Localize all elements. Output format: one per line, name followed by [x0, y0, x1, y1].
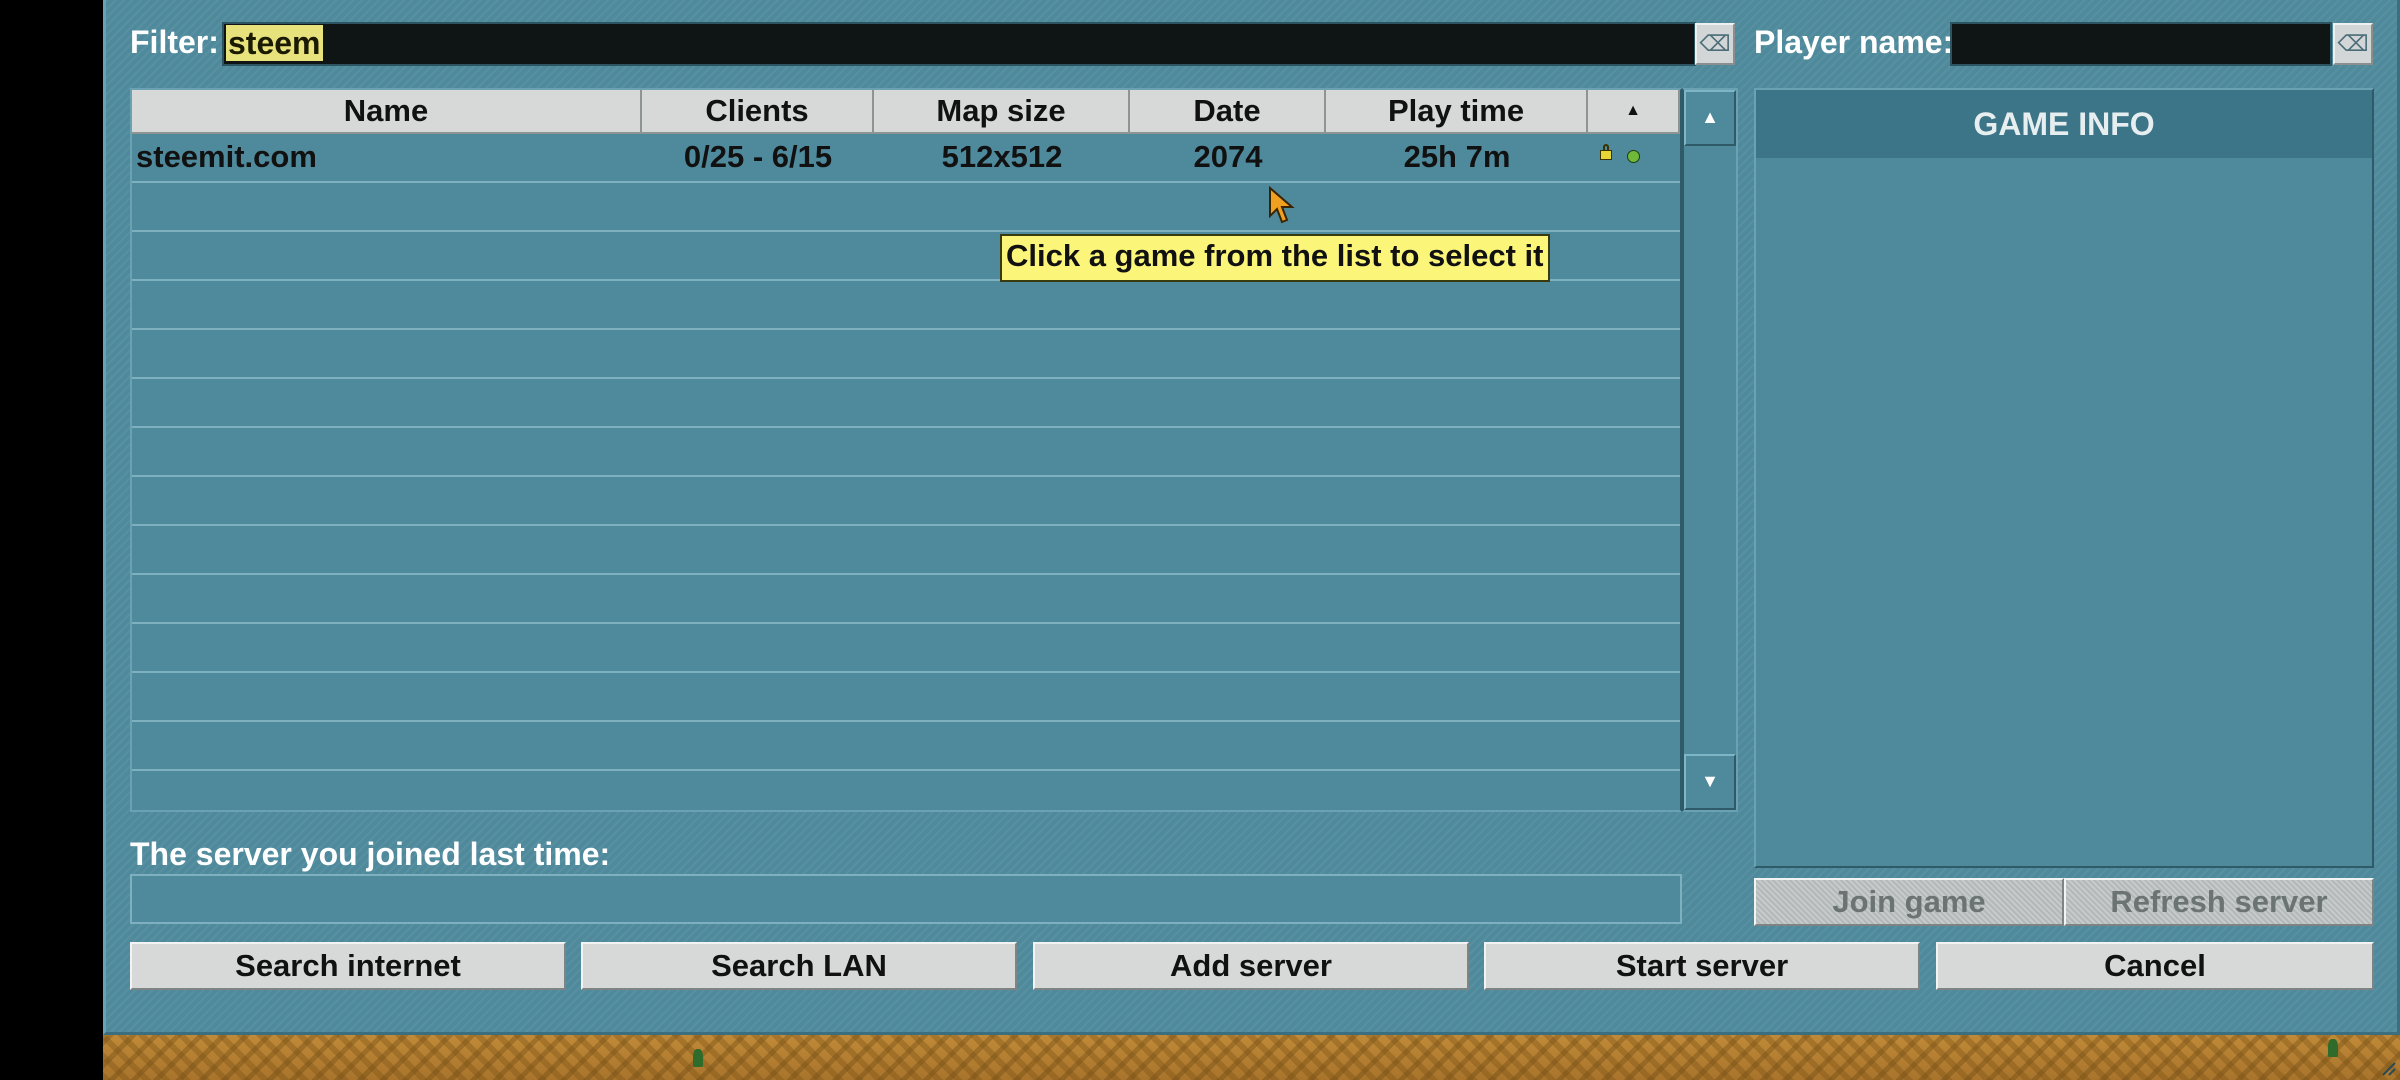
list-scrollbar[interactable]: ▲ ▼: [1682, 88, 1738, 812]
table-row[interactable]: [132, 477, 1680, 526]
table-row[interactable]: [132, 575, 1680, 624]
table-row[interactable]: [132, 281, 1680, 330]
table-row[interactable]: [132, 330, 1680, 379]
table-row[interactable]: [132, 183, 1680, 232]
add-server-button[interactable]: Add server: [1033, 942, 1469, 990]
table-row[interactable]: steemit.com 0/25 - 6/15 512x512 2074 25h…: [132, 134, 1680, 183]
refresh-server-button[interactable]: Refresh server: [2064, 878, 2374, 926]
table-row[interactable]: [132, 526, 1680, 575]
filter-input-value: steem: [226, 25, 323, 61]
status-online-icon: [1627, 150, 1640, 163]
game-info-panel: GAME INFO: [1754, 88, 2374, 868]
table-row[interactable]: [132, 624, 1680, 673]
start-server-button[interactable]: Start server: [1484, 942, 1920, 990]
server-name: steemit.com: [136, 139, 317, 174]
table-row[interactable]: [132, 673, 1680, 722]
player-name-input[interactable]: [1950, 22, 2332, 66]
filter-clear-button[interactable]: ⌫: [1695, 23, 1735, 65]
player-name-clear-button[interactable]: ⌫: [2333, 23, 2373, 65]
last-server-label: The server you joined last time:: [130, 836, 611, 872]
server-date: 2074: [1193, 139, 1263, 174]
lock-icon: [1600, 144, 1612, 160]
column-header-clients[interactable]: Clients: [642, 90, 874, 134]
sort-ascending-icon: ▲: [1625, 102, 1641, 119]
backspace-icon: ⌫: [2337, 31, 2369, 56]
tooltip: Click a game from the list to select it: [1000, 234, 1550, 282]
table-row[interactable]: [132, 379, 1680, 428]
filter-input[interactable]: steem: [222, 22, 1696, 66]
column-header-play-time[interactable]: Play time: [1326, 90, 1588, 134]
arrow-up-icon: ▲: [1701, 107, 1719, 127]
column-header-sort[interactable]: ▲: [1588, 90, 1680, 134]
server-list[interactable]: Name Clients Map size Date Play time ▲ s…: [130, 88, 1682, 812]
server-map-size: 512x512: [941, 139, 1063, 174]
mouse-pointer-icon: [1269, 186, 1295, 224]
game-terrain-background: [103, 1035, 2400, 1080]
terrain-shrub: [2328, 1039, 2338, 1057]
backspace-icon: ⌫: [1699, 31, 1731, 56]
join-game-button[interactable]: Join game: [1754, 878, 2064, 926]
scroll-up-button[interactable]: ▲: [1684, 90, 1736, 146]
search-lan-button[interactable]: Search LAN: [581, 942, 1017, 990]
terrain-shrub: [693, 1049, 703, 1067]
column-header-date[interactable]: Date: [1130, 90, 1326, 134]
cancel-button[interactable]: Cancel: [1936, 942, 2374, 990]
last-server-field[interactable]: [130, 874, 1682, 924]
server-play-time: 25h 7m: [1403, 139, 1511, 174]
column-header-name[interactable]: Name: [132, 90, 642, 134]
table-row[interactable]: [132, 428, 1680, 477]
player-name-label: Player name:: [1754, 24, 1954, 60]
column-header-map-size[interactable]: Map size: [874, 90, 1130, 134]
game-info-title: GAME INFO: [1756, 90, 2372, 158]
search-internet-button[interactable]: Search internet: [130, 942, 566, 990]
arrow-down-icon: ▼: [1701, 771, 1719, 791]
server-clients: 0/25 - 6/15: [683, 139, 833, 174]
filter-label: Filter:: [130, 24, 219, 60]
resize-grip-icon[interactable]: [2380, 1060, 2396, 1076]
scroll-down-button[interactable]: ▼: [1684, 754, 1736, 810]
table-row[interactable]: [132, 722, 1680, 771]
